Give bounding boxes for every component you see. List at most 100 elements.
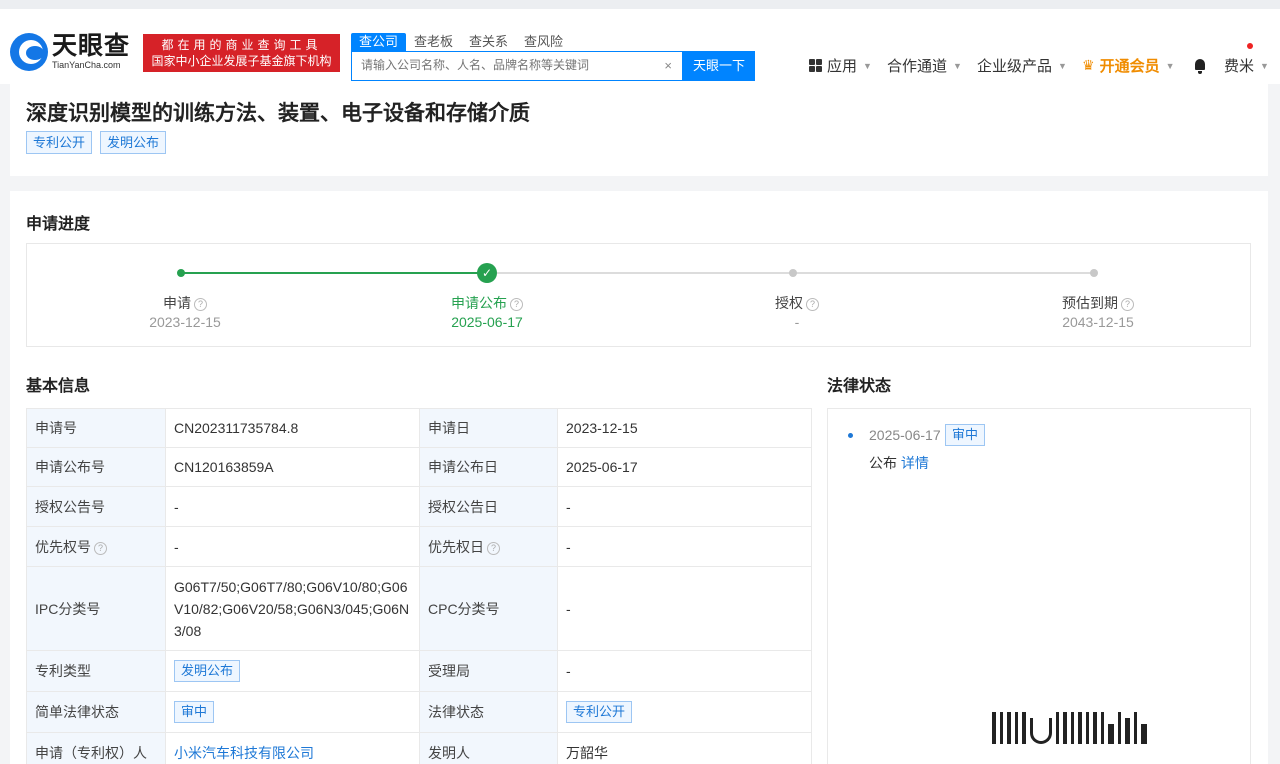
tianyancha-logo[interactable]: 天眼查 TianYanCha.com	[10, 33, 130, 71]
search-tab-risk[interactable]: 查风险	[516, 33, 571, 51]
table-value: 审中	[165, 691, 420, 733]
status-badge-invention: 发明公布	[100, 131, 167, 154]
table-row: 申请号 CN202311735784.8 申请日 2023-12-15	[26, 408, 812, 448]
help-icon[interactable]: ?	[806, 298, 819, 311]
nav-cooperation-label: 合作通道	[887, 58, 948, 75]
patent-title-card: 深度识别模型的训练方法、装置、电子设备和存储介质 专利公开 发明公布	[10, 84, 1268, 176]
detail-link[interactable]: 详情	[901, 455, 929, 471]
slogan-banner: 都在用的商业查询工具 国家中小企业发展子基金旗下机构	[143, 34, 340, 72]
table-key: 申请号	[26, 408, 166, 448]
search-tab-boss[interactable]: 查老板	[406, 33, 461, 51]
nav-enterprise[interactable]: 企业级产品 ▼	[977, 55, 1067, 76]
chevron-down-icon: ▼	[1260, 60, 1269, 71]
table-value: -	[165, 486, 420, 527]
search-tab-relation[interactable]: 查关系	[461, 33, 516, 51]
nav-user[interactable]: 费米 ▼	[1224, 55, 1269, 76]
chevron-down-icon: ▼	[1058, 60, 1067, 71]
step-label-grant: 授权?	[717, 293, 877, 313]
notification-dot	[1247, 43, 1253, 49]
search-box: ×	[351, 51, 683, 81]
basic-info-title: 基本信息	[26, 378, 91, 395]
table-key-text: 优先权号	[35, 538, 91, 555]
logo-eye-icon	[10, 33, 48, 71]
table-value: -	[557, 566, 812, 651]
help-icon[interactable]: ?	[194, 298, 207, 311]
step-label-apply: 申请?	[105, 293, 265, 313]
table-row: 授权公告号 - 授权公告日 -	[26, 486, 812, 527]
nav-vip[interactable]: ♛ 开通会员 ▼	[1082, 55, 1175, 76]
table-key: IPC分类号	[26, 566, 166, 651]
step-label-text: 申请公布	[451, 295, 507, 311]
progress-section-title: 申请进度	[26, 216, 91, 233]
check-icon: ✓	[477, 263, 497, 283]
step-date-expire: 2043-12-15	[1062, 314, 1134, 330]
table-key-text: 优先权日	[428, 538, 484, 555]
simple-legal-badge: 审中	[174, 701, 215, 723]
help-icon[interactable]: ?	[1121, 298, 1134, 311]
step-label-text: 授权	[775, 295, 803, 311]
table-key: 受理局	[419, 650, 558, 692]
basic-info-table: 申请号 CN202311735784.8 申请日 2023-12-15 申请公布…	[26, 408, 812, 764]
table-row: 优先权号? - 优先权日? -	[26, 526, 812, 567]
step-label-expire: 预估到期?	[1018, 293, 1178, 313]
table-value: 小米汽车科技有限公司	[165, 732, 420, 764]
progress-line-done	[181, 272, 487, 274]
table-key: 专利类型	[26, 650, 166, 692]
watermark-graphic	[992, 704, 1147, 744]
step-date-apply: 2023-12-15	[149, 314, 221, 330]
help-icon[interactable]: ?	[94, 541, 107, 555]
inventor-name[interactable]: 万韶华	[557, 732, 812, 764]
table-row: 申请（专利权）人 小米汽车科技有限公司 发明人 万韶华	[26, 732, 812, 764]
patent-detail-card: 申请进度 ✓ 申请? 2023-12-15 申请公布? 2025-06-17 授…	[10, 191, 1268, 764]
search-button[interactable]: 天眼一下	[683, 51, 755, 81]
table-value: 2025-06-17	[557, 447, 812, 487]
help-icon[interactable]: ?	[510, 298, 523, 311]
clear-icon[interactable]: ×	[664, 58, 672, 73]
table-key: 申请公布日	[419, 447, 558, 487]
table-row: 简单法律状态 审中 法律状态 专利公开	[26, 691, 812, 733]
ipc-value: G06T7/50;G06T7/80;G06V10/80;G06V10/82;G0…	[165, 566, 420, 651]
top-header: 天眼查 TianYanCha.com 都在用的商业查询工具 国家中小企业发展子基…	[0, 0, 1280, 84]
table-key: 优先权号?	[26, 526, 166, 567]
applicant-link[interactable]: 小米汽车科技有限公司	[174, 745, 314, 761]
patent-type-badge: 发明公布	[174, 660, 241, 682]
nav-cooperation[interactable]: 合作通道 ▼	[887, 55, 962, 76]
nav-apps[interactable]: 应用 ▼	[809, 55, 872, 76]
chevron-down-icon: ▼	[863, 60, 872, 71]
step-dot-expire	[1090, 269, 1098, 277]
help-icon[interactable]: ?	[487, 541, 500, 555]
legal-status-desc-text: 公布	[869, 455, 897, 471]
table-key: 申请日	[419, 408, 558, 448]
table-value: -	[557, 486, 812, 527]
table-key: 申请公布号	[26, 447, 166, 487]
status-badge-published: 专利公开	[26, 131, 93, 154]
table-key: 优先权日?	[419, 526, 558, 567]
notifications[interactable]	[1194, 59, 1206, 74]
table-value: -	[557, 650, 812, 692]
legal-status-desc: 公布 详情	[869, 453, 929, 473]
table-value: -	[557, 526, 812, 567]
table-key: 简单法律状态	[26, 691, 166, 733]
table-value: CN202311735784.8	[165, 408, 420, 448]
table-key: 授权公告日	[419, 486, 558, 527]
slogan-line1: 都在用的商业查询工具	[161, 38, 322, 52]
table-row: 申请公布号 CN120163859A 申请公布日 2025-06-17	[26, 447, 812, 487]
step-date-publish: 2025-06-17	[451, 314, 523, 330]
chevron-down-icon: ▼	[953, 60, 962, 71]
search-tab-company[interactable]: 查公司	[351, 33, 407, 51]
logo-text: 天眼查	[52, 32, 131, 60]
logo-domain: TianYanCha.com	[52, 60, 121, 70]
search-input[interactable]	[361, 58, 657, 72]
crown-icon: ♛	[1082, 57, 1095, 73]
apps-grid-icon	[809, 59, 822, 72]
step-label-publish: 申请公布?	[407, 293, 567, 313]
step-dot-grant	[789, 269, 797, 277]
step-dot-apply	[177, 269, 185, 277]
table-row: IPC分类号 G06T7/50;G06T7/80;G06V10/80;G06V1…	[26, 566, 812, 651]
nav-vip-label: 开通会员	[1099, 58, 1160, 75]
page-title: 深度识别模型的训练方法、装置、电子设备和存储介质	[26, 102, 530, 125]
table-key: 申请（专利权）人	[26, 732, 166, 764]
step-date-grant: -	[794, 314, 800, 330]
timeline-dot	[848, 433, 853, 438]
legal-status-badge: 专利公开	[566, 701, 633, 723]
